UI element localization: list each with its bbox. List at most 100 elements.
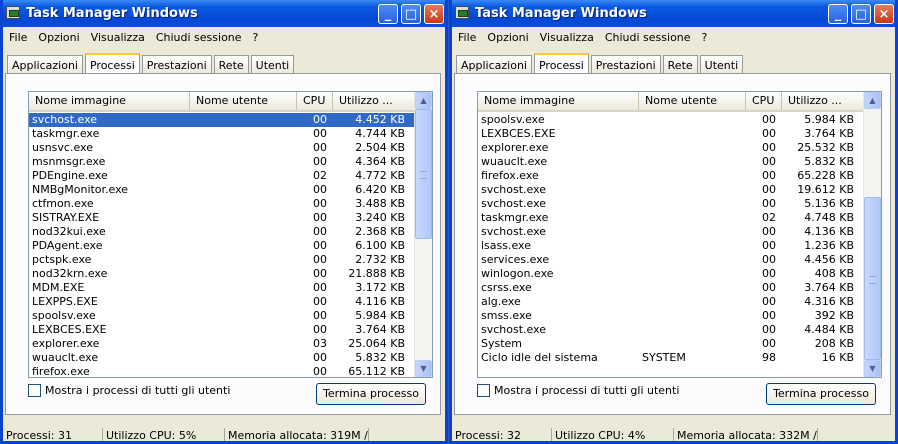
menu-item[interactable]: ? — [249, 31, 263, 44]
table-row[interactable]: Ciclo idle del sistema SYSTEM 98 16 KB — [478, 351, 864, 365]
show-all-users-checkbox[interactable]: Mostra i processi di tutti gli utenti — [28, 384, 230, 397]
show-all-users-checkbox[interactable]: Mostra i processi di tutti gli utenti — [477, 384, 679, 397]
cell-cpu: 00 — [762, 183, 776, 196]
menu-item[interactable]: File — [454, 31, 480, 44]
tab-rete[interactable]: Rete — [213, 55, 249, 74]
table-row[interactable]: nod32krn.exe 00 21.888 KB — [29, 267, 415, 281]
end-process-button[interactable]: Termina processo — [766, 383, 876, 405]
end-process-button[interactable]: Termina processo — [316, 383, 426, 405]
table-row[interactable]: winlogon.exe 00 408 KB — [478, 267, 864, 281]
table-row[interactable]: LEXBCES.EXE 00 3.764 KB — [29, 323, 415, 337]
tab-utenti[interactable]: Utenti — [699, 55, 744, 74]
table-row[interactable]: explorer.exe 03 25.064 KB — [29, 337, 415, 351]
maximize-button[interactable]: □ — [401, 4, 421, 24]
table-row[interactable]: NMBgMonitor.exe 00 6.420 KB — [29, 183, 415, 197]
vertical-scrollbar[interactable]: ▲ ▼ — [863, 92, 881, 377]
table-row[interactable]: wuauclt.exe 00 5.832 KB — [478, 155, 864, 169]
table-row[interactable]: ctfmon.exe 00 3.488 KB — [29, 197, 415, 211]
checkbox-box[interactable] — [477, 384, 490, 397]
minimize-button[interactable]: _ — [378, 4, 398, 24]
scrollbar-thumb[interactable] — [415, 109, 432, 239]
column-user-name[interactable]: Nome utente — [190, 92, 297, 110]
table-row[interactable]: MDM.EXE 00 3.172 KB — [29, 281, 415, 295]
table-row[interactable]: spoolsv.exe 00 5.984 KB — [29, 309, 415, 323]
tab-rete[interactable]: Rete — [662, 55, 698, 74]
table-row[interactable]: firefox.exe 00 65.228 KB — [478, 169, 864, 183]
table-row[interactable]: firefox.exe 00 65.112 KB — [29, 365, 415, 377]
vertical-scrollbar[interactable]: ▲ ▼ — [414, 92, 432, 377]
table-row[interactable]: svchost.exe 00 5.136 KB — [478, 197, 864, 211]
table-row[interactable]: taskmgr.exe 00 4.744 KB — [29, 127, 415, 141]
table-row[interactable]: csrss.exe 00 3.764 KB — [478, 281, 864, 295]
table-row[interactable]: System 00 208 KB — [478, 337, 864, 351]
column-image-name[interactable]: Nome immagine — [478, 92, 639, 110]
tab-applicazioni[interactable]: Applicazioni — [456, 55, 532, 74]
cell-image-name: pctspk.exe — [32, 253, 92, 266]
table-row[interactable]: wuauclt.exe 00 5.832 KB — [29, 351, 415, 365]
table-row[interactable]: svchost.exe 00 4.136 KB — [478, 225, 864, 239]
cell-memory: 16 KB — [821, 351, 854, 364]
process-list[interactable]: Nome immagine Nome utente CPU Utilizzo ... s… — [28, 91, 433, 378]
column-image-name[interactable]: Nome immagine — [29, 92, 190, 110]
table-row[interactable]: explorer.exe 00 25.532 KB — [478, 141, 864, 155]
menu-item[interactable]: Opzioni — [483, 31, 532, 44]
cell-user-name — [190, 239, 297, 253]
close-button[interactable]: × — [874, 4, 894, 24]
menu-item[interactable]: File — [5, 31, 31, 44]
menu-item[interactable]: Opzioni — [34, 31, 83, 44]
maximize-button[interactable]: □ — [851, 4, 871, 24]
column-cpu[interactable]: CPU — [746, 92, 782, 110]
process-list[interactable]: Nome immagine Nome utente CPU Utilizzo ... s… — [477, 91, 882, 378]
tab-prestazioni[interactable]: Prestazioni — [590, 55, 661, 74]
table-row[interactable]: msnmsgr.exe 00 4.364 KB — [29, 155, 415, 169]
cell-user-name — [190, 183, 297, 197]
cell-memory: 5.984 KB — [804, 113, 854, 126]
table-row[interactable]: smss.exe 00 392 KB — [478, 309, 864, 323]
table-row[interactable]: alg.exe 00 4.316 KB — [478, 295, 864, 309]
table-row[interactable]: taskmgr.exe 02 4.748 KB — [478, 211, 864, 225]
cell-user-name — [190, 323, 297, 337]
tab-utenti[interactable]: Utenti — [250, 55, 295, 74]
column-cpu[interactable]: CPU — [297, 92, 333, 110]
table-row[interactable]: pctspk.exe 00 2.732 KB — [29, 253, 415, 267]
table-row[interactable]: LEXBCES.EXE 00 3.764 KB — [478, 127, 864, 141]
column-user-name[interactable]: Nome utente — [639, 92, 746, 110]
table-row[interactable]: SISTRAY.EXE 00 3.240 KB — [29, 211, 415, 225]
table-row[interactable]: svchost.exe 00 4.452 KB — [29, 113, 415, 127]
table-row[interactable]: usnsvc.exe 00 2.504 KB — [29, 141, 415, 155]
column-memory[interactable]: Utilizzo ... — [333, 92, 415, 110]
table-row[interactable]: spoolsv.exe 00 5.984 KB — [478, 113, 864, 127]
tab-processi[interactable]: Processi — [84, 53, 140, 75]
close-button[interactable]: × — [424, 4, 444, 24]
task-manager-app-icon — [455, 6, 469, 19]
scroll-up-arrow-icon[interactable]: ▲ — [415, 92, 432, 109]
scroll-down-arrow-icon[interactable]: ▼ — [415, 360, 432, 377]
table-row[interactable]: PDEngine.exe 02 4.772 KB — [29, 169, 415, 183]
cell-image-name: svchost.exe — [481, 183, 547, 196]
menu-item[interactable]: Chiudi sessione — [152, 31, 246, 44]
tab-prestazioni[interactable]: Prestazioni — [141, 55, 212, 74]
column-memory[interactable]: Utilizzo ... — [782, 92, 864, 110]
scroll-down-arrow-icon[interactable]: ▼ — [864, 360, 881, 377]
menu-item[interactable]: Visualizza — [87, 31, 149, 44]
scrollbar-thumb[interactable] — [864, 197, 881, 360]
table-row[interactable]: lsass.exe 00 1.236 KB — [478, 239, 864, 253]
tab-processi[interactable]: Processi — [533, 53, 589, 75]
table-row[interactable]: svchost.exe 00 4.484 KB — [478, 323, 864, 337]
table-row[interactable]: LEXPPS.EXE 00 4.116 KB — [29, 295, 415, 309]
tab-applicazioni[interactable]: Applicazioni — [7, 55, 83, 74]
checkbox-box[interactable] — [28, 384, 41, 397]
cell-image-name: PDEngine.exe — [32, 169, 108, 182]
cell-cpu: 00 — [762, 309, 776, 322]
minimize-button[interactable]: _ — [828, 4, 848, 24]
table-row[interactable]: svchost.exe 00 19.612 KB — [478, 183, 864, 197]
table-row[interactable]: nod32kui.exe 00 2.368 KB — [29, 225, 415, 239]
menu-item[interactable]: ? — [698, 31, 712, 44]
scroll-up-arrow-icon[interactable]: ▲ — [864, 92, 881, 109]
menu-item[interactable]: Visualizza — [536, 31, 598, 44]
table-row[interactable]: services.exe 00 4.456 KB — [478, 253, 864, 267]
cell-image-name: taskmgr.exe — [481, 211, 549, 224]
table-row[interactable]: PDAgent.exe 00 6.100 KB — [29, 239, 415, 253]
menu-item[interactable]: Chiudi sessione — [601, 31, 695, 44]
task-manager-window-right: Task Manager Windows _ □ × File Opzioni Visual… — [449, 0, 898, 444]
